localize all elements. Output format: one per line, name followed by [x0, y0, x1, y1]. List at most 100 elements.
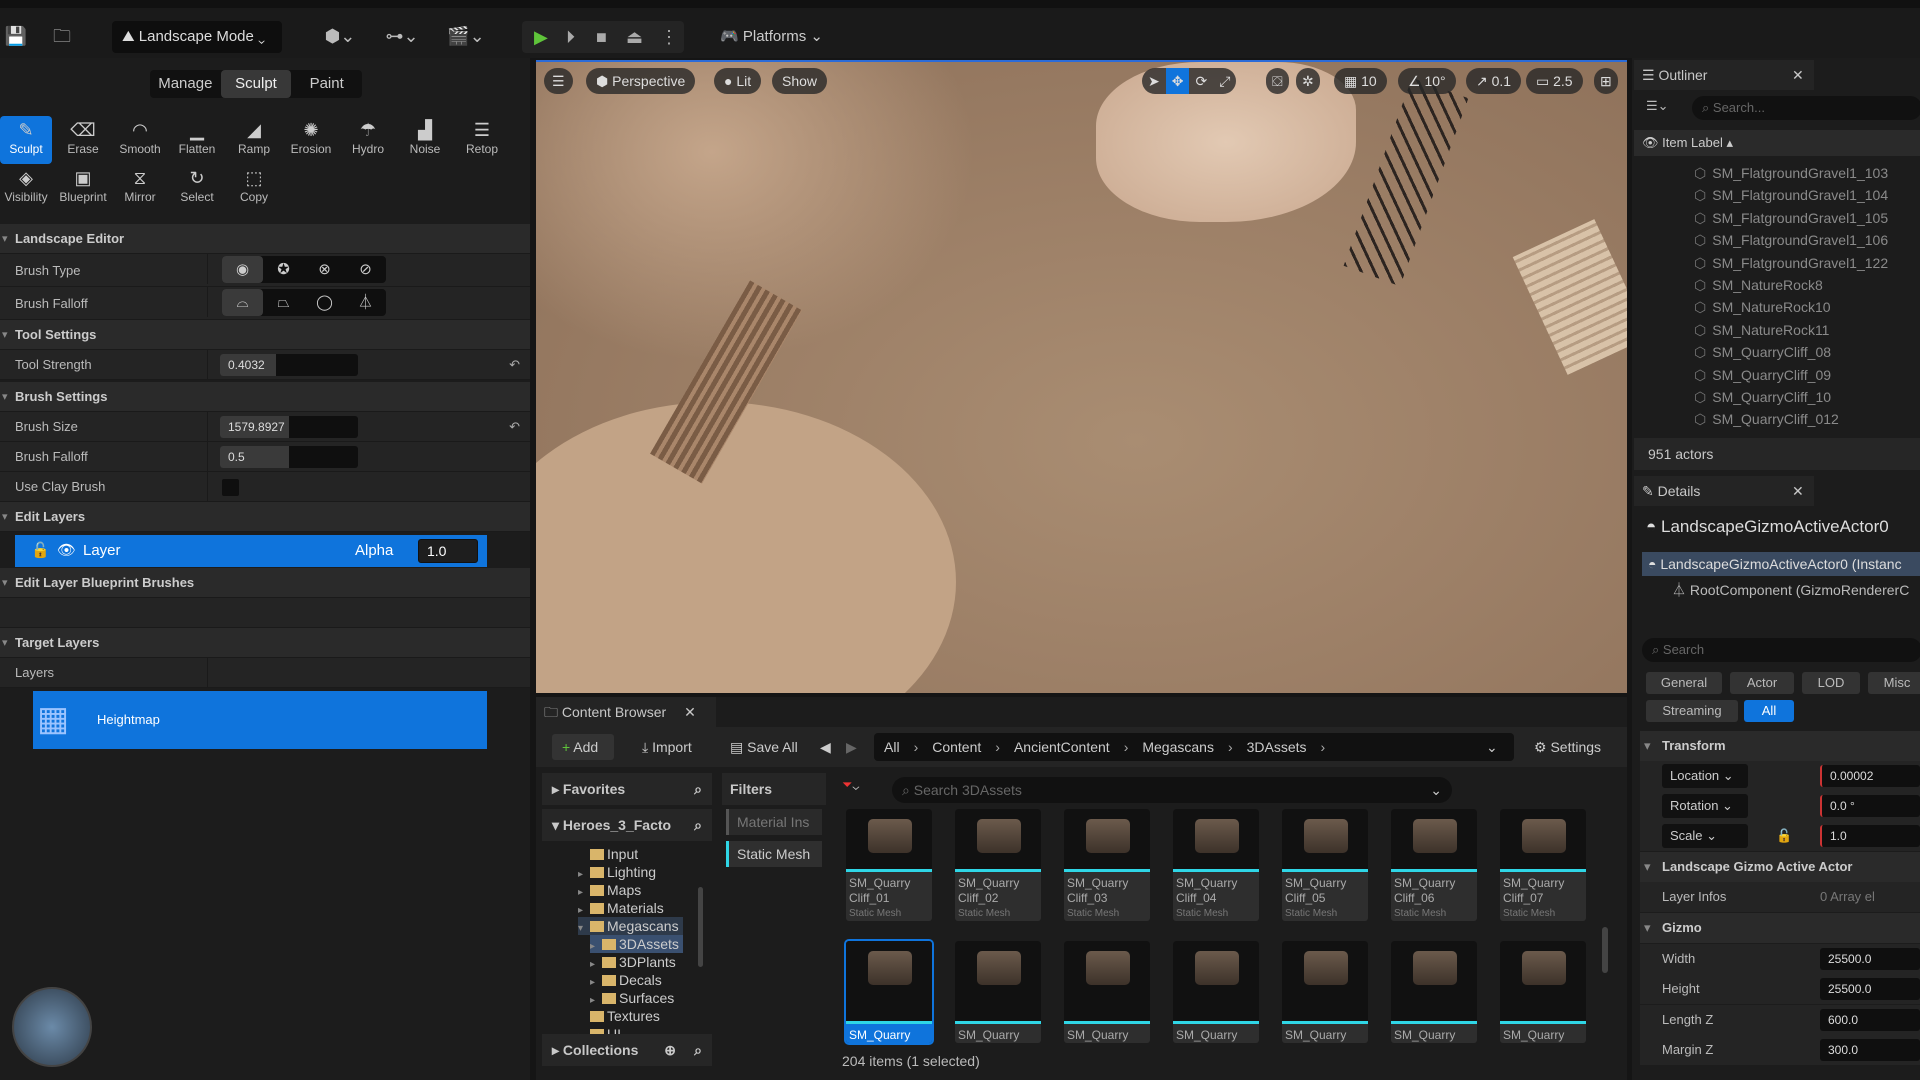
scale-dropdown[interactable]: Scale ⌄ [1662, 824, 1748, 848]
tab-general[interactable]: General [1646, 672, 1722, 694]
play-icon[interactable]: ▶ [534, 21, 548, 53]
breadcrumb-item[interactable]: Megascans [1142, 739, 1214, 755]
add-actor-icon[interactable]: ⬢⌄ [318, 22, 362, 50]
collections-section[interactable]: ▸ Collections ⊕ ⌕ [542, 1034, 712, 1066]
chevron-right-icon[interactable]: › [1124, 739, 1129, 755]
tool-ramp[interactable]: ◢ Ramp [228, 116, 280, 164]
chevron-down-icon[interactable]: ⌄ [1430, 777, 1442, 803]
brush-falloff-slider[interactable]: 0.5 [220, 446, 358, 468]
tab-misc[interactable]: Misc [1868, 672, 1920, 694]
filter-icon[interactable]: ☰⌄ [1646, 98, 1669, 114]
section-tool-settings[interactable]: Tool Settings [0, 320, 530, 350]
breadcrumb-item[interactable]: Content [932, 739, 981, 755]
forward-icon[interactable]: ▶ [846, 734, 857, 760]
content-browse-icon[interactable]: 🗀 [48, 22, 76, 50]
tab-lod[interactable]: LOD [1802, 672, 1860, 694]
use-clay-checkbox[interactable] [222, 479, 239, 496]
component-brush-icon[interactable]: ⊘ [345, 256, 386, 283]
chevron-right-icon[interactable]: › [1228, 739, 1233, 755]
tool-erase[interactable]: ⌫ Erase [57, 116, 109, 164]
stop-icon[interactable]: ■ [596, 21, 607, 53]
tool-strength-slider[interactable]: 0.4032 [220, 354, 358, 376]
search-icon[interactable]: ⌕ [694, 1034, 702, 1066]
tab-content-browser[interactable]: 🗀 Content Browser ✕ [536, 697, 716, 727]
alpha-input[interactable]: 1.0 [418, 539, 478, 563]
tool-visibility[interactable]: ◈ Visibility [0, 164, 52, 212]
save-icon[interactable]: 💾 [2, 22, 30, 50]
section-edit-layers[interactable]: Edit Layers [0, 502, 530, 532]
section-gizmo[interactable]: Gizmo [1640, 913, 1920, 943]
outliner-item[interactable]: SM_NatureRock10 [1694, 296, 1830, 318]
select-icon[interactable]: ➤ [1142, 73, 1166, 89]
outliner-item[interactable]: SM_NatureRock11 [1694, 319, 1829, 341]
tool-retop[interactable]: ☰ Retop [456, 116, 508, 164]
margin-z-input[interactable]: 300.0 [1820, 1039, 1920, 1061]
length-z-input[interactable]: 600.0 [1820, 1009, 1920, 1031]
level-viewport[interactable]: ☰ ⬢ Perspective ● Lit Show ➤ ✥ ⟳ ⤢ ⛋ ✲ ▦ 10… [536, 60, 1627, 693]
heightmap-layer[interactable]: ▦ Heightmap [33, 691, 487, 749]
folder-maps[interactable]: ▸ Maps [578, 881, 645, 899]
import-button[interactable]: ⤓ Import [642, 734, 692, 760]
tab-details[interactable]: ✎ Details ✕ [1634, 476, 1814, 506]
location-x-input[interactable]: 0.00002 [1820, 765, 1920, 787]
spherical-falloff-icon[interactable]: ◯ [304, 289, 345, 316]
rotation-x-input[interactable]: 0.0 ° [1820, 795, 1920, 817]
tab-actor[interactable]: Actor [1730, 672, 1794, 694]
outliner-item[interactable]: SM_QuarryCliff_012 [1694, 408, 1839, 430]
folder-surfaces[interactable]: ▸ Surfaces [590, 989, 678, 1007]
asset-tile[interactable]: SM_Quarry [1282, 941, 1368, 1043]
favorites-section[interactable]: ▸ Favorites ⌕ [542, 773, 712, 805]
asset-tile[interactable]: SM_Quarry [1173, 941, 1259, 1043]
circle-brush-icon[interactable]: ◉ [222, 256, 263, 283]
filter-material-instance[interactable]: Material Ins [726, 809, 822, 835]
angle-snap-button[interactable]: ∠ 10° [1398, 68, 1456, 94]
outliner-item[interactable]: SM_FlatgroundGravel1_105 [1694, 207, 1888, 229]
outliner-item[interactable]: SM_QuarryCliff_10 [1694, 386, 1831, 408]
tool-copy[interactable]: ⬚ Copy [228, 164, 280, 212]
eye-icon[interactable]: 👁 [57, 535, 76, 567]
folder-decals[interactable]: ▸ Decals [590, 971, 666, 989]
tab-sculpt[interactable]: Sculpt [220, 70, 292, 98]
folder-input[interactable]: Input [578, 845, 642, 863]
breadcrumb-item[interactable]: AncientContent [1014, 739, 1110, 755]
breadcrumb-dropdown-icon[interactable]: ⌄ [1486, 734, 1498, 760]
asset-tile[interactable]: SM_Quarry [844, 939, 934, 1045]
search-icon[interactable]: ⌕ [694, 809, 702, 841]
alpha-brush-icon[interactable]: ✪ [263, 256, 304, 283]
layout-icon[interactable]: ⊞ [1594, 68, 1618, 94]
step-icon[interactable]: ⏵ [566, 21, 575, 53]
section-brush-settings[interactable]: Brush Settings [0, 382, 530, 412]
details-search-input[interactable]: ⌕ Search [1642, 638, 1920, 662]
height-input[interactable]: 25500.0 [1820, 978, 1920, 1000]
folder-lighting[interactable]: ▸ Lighting [578, 863, 660, 881]
chevron-right-icon[interactable]: › [1321, 739, 1326, 755]
outliner-item[interactable]: SM_FlatgroundGravel1_106 [1694, 229, 1888, 251]
breadcrumb-item[interactable]: 3DAssets [1247, 739, 1307, 755]
asset-tile[interactable]: SM_Quarry Cliff_06 Static Mesh [1391, 809, 1477, 921]
tool-smooth[interactable]: ◠ Smooth [114, 116, 166, 164]
outliner-item[interactable]: SM_FlatgroundGravel1_103 [1694, 162, 1888, 184]
tab-streaming[interactable]: Streaming [1646, 700, 1738, 722]
move-icon[interactable]: ✥ [1165, 68, 1190, 94]
tool-flatten[interactable]: ▁ Flatten [171, 116, 223, 164]
asset-tile[interactable]: SM_Quarry Cliff_07 Static Mesh [1500, 809, 1586, 921]
root-component-row[interactable]: ⏃ RootComponent (GizmoRendererC [1672, 579, 1909, 601]
filter-dropdown-icon[interactable]: ⏷⌄ [842, 777, 859, 793]
scale-x-input[interactable]: 1.0 [1820, 825, 1920, 847]
asset-search-input[interactable]: ⌕ Search 3DAssets ⌄ [892, 777, 1452, 803]
tab-all[interactable]: All [1744, 700, 1794, 722]
chevron-right-icon[interactable]: › [995, 739, 1000, 755]
search-icon[interactable]: ⌕ [694, 773, 702, 805]
asset-tile[interactable]: SM_Quarry [1391, 941, 1477, 1043]
surface-snap-icon[interactable]: ⛋ [1266, 68, 1289, 94]
folder-megascans[interactable]: ▾ Megascans [578, 917, 683, 935]
folder-textures[interactable]: Textures [578, 1007, 664, 1025]
unlock-icon[interactable]: 🔓 [31, 535, 50, 567]
asset-tile[interactable]: SM_Quarry [955, 941, 1041, 1043]
tree-scrollbar[interactable] [698, 887, 703, 967]
outliner-search-input[interactable]: ⌕ Search... [1692, 96, 1920, 120]
width-input[interactable]: 25500.0 [1820, 948, 1920, 970]
outliner-item[interactable]: SM_NatureRock8 [1694, 274, 1823, 296]
camera-speed-button[interactable]: ▭ 2.5 [1526, 68, 1583, 94]
scale-snap-button[interactable]: ↗ 0.1 [1466, 68, 1522, 94]
